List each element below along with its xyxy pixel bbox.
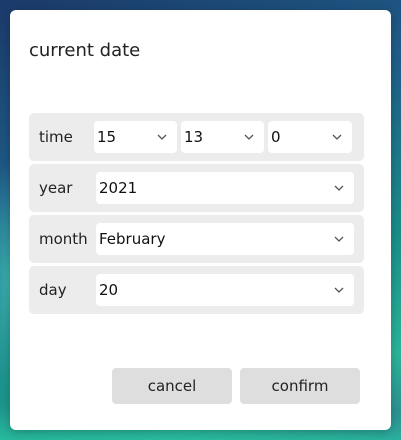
year-value: 2021 bbox=[99, 179, 138, 197]
hour-value: 15 bbox=[97, 128, 117, 146]
day-label: day bbox=[39, 281, 67, 299]
day-select[interactable]: 20 bbox=[96, 274, 354, 306]
chevron-down-icon bbox=[157, 134, 167, 140]
chevron-down-icon bbox=[332, 134, 342, 140]
day-row: day 20 bbox=[29, 266, 364, 314]
month-select[interactable]: February bbox=[96, 223, 354, 255]
confirm-button[interactable]: confirm bbox=[240, 368, 360, 404]
dialog-title: current date bbox=[29, 40, 141, 61]
minute-select[interactable]: 13 bbox=[181, 121, 264, 153]
year-select[interactable]: 2021 bbox=[96, 172, 354, 204]
minute-value: 13 bbox=[184, 128, 204, 146]
second-select[interactable]: 0 bbox=[268, 121, 352, 153]
day-value: 20 bbox=[99, 281, 119, 299]
chevron-down-icon bbox=[244, 134, 254, 140]
time-row: time 15 13 0 bbox=[29, 113, 364, 161]
date-dialog: current date time 15 13 0 year 2021 mont… bbox=[10, 10, 391, 430]
month-label: month bbox=[39, 230, 88, 248]
cancel-button[interactable]: cancel bbox=[112, 368, 232, 404]
second-value: 0 bbox=[271, 128, 281, 146]
chevron-down-icon bbox=[334, 236, 344, 242]
year-label: year bbox=[39, 179, 73, 197]
chevron-down-icon bbox=[334, 185, 344, 191]
month-row: month February bbox=[29, 215, 364, 263]
chevron-down-icon bbox=[334, 287, 344, 293]
month-value: February bbox=[99, 230, 166, 248]
hour-select[interactable]: 15 bbox=[94, 121, 177, 153]
time-label: time bbox=[39, 128, 73, 146]
year-row: year 2021 bbox=[29, 164, 364, 212]
